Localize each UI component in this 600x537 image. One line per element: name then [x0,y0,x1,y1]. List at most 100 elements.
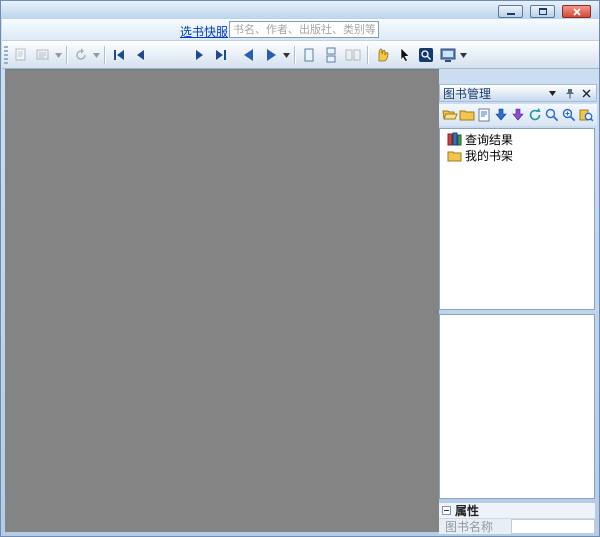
book-info-icon [476,107,492,123]
print-button[interactable] [11,45,31,65]
continuous-view-icon [323,47,339,63]
first-page-icon [111,47,127,63]
open-file-icon [442,107,458,123]
facing-view-icon [345,47,361,63]
property-label: 图书名称 [439,519,511,534]
single-page-view-icon [301,47,317,63]
bookstore-link[interactable]: 选书快服 [180,23,228,40]
facing-view-button[interactable] [343,45,363,65]
import-icon [493,107,509,123]
snapshot-dropdown[interactable] [459,45,468,65]
chevron-down-icon [93,53,100,58]
toolbar-grip[interactable] [4,46,8,64]
select-tool-button[interactable] [394,45,414,65]
continuous-view-button[interactable] [321,45,341,65]
tree-item-label: 查询结果 [465,131,513,148]
back-icon [241,47,257,63]
select-tool-icon [396,47,412,63]
chevron-down-icon [460,53,467,58]
maximize-icon [539,8,547,15]
close-icon [572,7,582,17]
close-icon [582,89,591,98]
books-icon [447,132,462,146]
panel-pin-button[interactable] [563,87,576,100]
print-icon [13,47,29,63]
hand-tool-button[interactable] [372,45,392,65]
download-icon [510,107,526,123]
panel-close-button[interactable] [580,87,593,100]
search-button[interactable] [543,106,560,124]
search-icon [544,107,560,123]
refresh-icon [527,107,543,123]
properties-title: 属性 [455,502,479,519]
toolbar-separator [66,46,67,64]
zoom-tool-button[interactable] [416,45,436,65]
book-search-input[interactable] [229,21,379,38]
search-book-button[interactable] [577,106,594,124]
history-dropdown[interactable] [282,45,291,65]
panel-header: 图书管理 [439,84,597,102]
properties-row: 图书名称 [439,518,595,534]
panel-title: 图书管理 [443,85,542,102]
hand-tool-icon [374,47,390,63]
panel-toolbar [439,104,597,126]
title-bar[interactable] [1,1,599,19]
forward-icon [263,47,279,63]
toolbar-separator [104,46,105,64]
window-controls [498,5,591,18]
forward-button[interactable] [261,45,281,65]
maximize-button[interactable] [530,5,555,18]
next-page-button[interactable] [189,45,209,65]
properties-header: 属性 [439,502,595,518]
text-select-button[interactable] [33,45,53,65]
search-plus-button[interactable] [560,106,577,124]
tree-item-label: 我的书架 [465,147,513,164]
prev-page-button[interactable] [131,45,151,65]
toolbar-separator [367,46,368,64]
text-select-dropdown[interactable] [54,45,63,65]
close-button[interactable] [562,5,591,18]
application-window: 选书快服 [0,0,600,537]
import-button[interactable] [492,106,509,124]
first-page-button[interactable] [109,45,129,65]
download-button[interactable] [509,106,526,124]
quick-search-bar: 选书快服 [2,19,600,41]
document-area [5,69,439,532]
single-page-view-button[interactable] [299,45,319,65]
chevron-down-icon [549,91,556,96]
last-page-icon [213,47,229,63]
panel-menu-button[interactable] [546,87,559,100]
zoom-tool-icon [418,47,434,63]
pin-icon [565,88,575,99]
last-page-button[interactable] [211,45,231,65]
collapse-icon[interactable] [442,506,451,515]
search-plus-icon [561,107,577,123]
search-book-icon [578,107,594,123]
main-toolbar [2,41,600,69]
tree-item-search-results[interactable]: 查询结果 [440,131,594,147]
folder-icon [447,149,462,162]
library-tree: 查询结果 我的书架 [439,128,595,310]
book-management-panel: 图书管理 [439,71,597,532]
new-folder-icon [459,107,475,123]
chevron-down-icon [283,53,290,58]
next-page-icon [191,47,207,63]
snapshot-tool-icon [440,47,456,63]
open-file-button[interactable] [441,106,458,124]
rotate-icon [73,47,89,63]
chevron-down-icon [55,53,62,58]
prev-page-icon [133,47,149,63]
snapshot-tool-button[interactable] [438,45,458,65]
text-select-icon [35,47,51,63]
minimize-icon [507,13,515,15]
back-button[interactable] [239,45,259,65]
rotate-dropdown[interactable] [92,45,101,65]
tree-item-bookshelf[interactable]: 我的书架 [440,147,594,163]
book-list-panel[interactable] [439,314,595,499]
book-info-button[interactable] [475,106,492,124]
new-folder-button[interactable] [458,106,475,124]
property-value-field[interactable] [511,519,595,534]
rotate-button[interactable] [71,45,91,65]
minimize-button[interactable] [498,5,523,18]
refresh-button[interactable] [526,106,543,124]
